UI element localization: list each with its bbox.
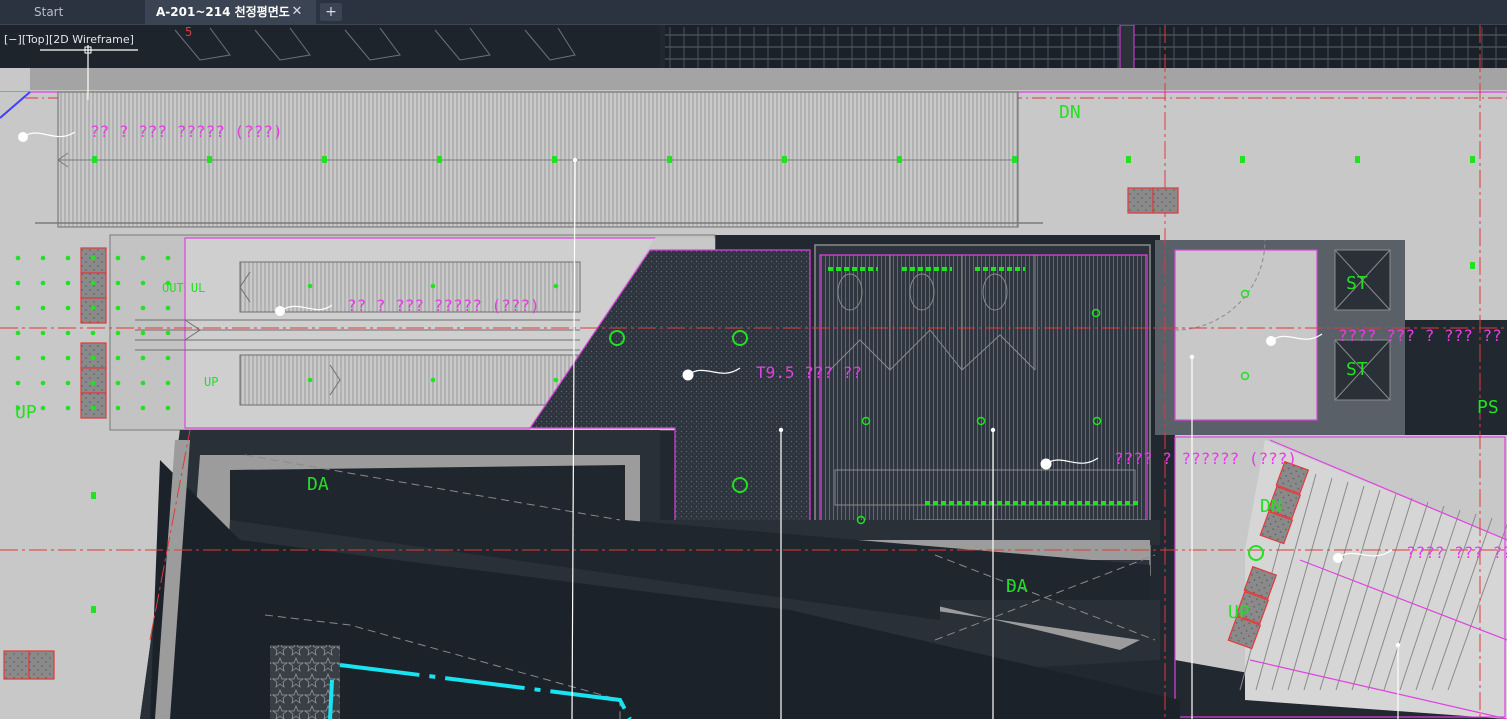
label-num-5: 5 (185, 25, 192, 39)
label-dn-right: DN (1260, 496, 1282, 517)
tab-bar: Start A-201~214 천정평면도 ✕ + (0, 0, 1507, 25)
label-out-ul: OUT UL (162, 281, 205, 295)
label-dn-top: DN (1059, 102, 1081, 123)
new-tab-button[interactable]: + (320, 3, 342, 21)
label-up-left: UP (15, 402, 37, 423)
tab-start[interactable]: Start (0, 0, 146, 24)
label-up-mid: UP (204, 375, 218, 389)
annotation-right-lower: ???? ??? ?? (1406, 543, 1507, 562)
label-st-2: ST (1346, 359, 1368, 380)
label-up-right: UP (1228, 602, 1250, 623)
viewport-menu-toggle[interactable]: [−] (4, 33, 22, 46)
annotation-escalator: ?? ? ??? ????? (???) (347, 296, 540, 315)
label-ps: PS (1477, 397, 1499, 418)
drawing-canvas[interactable]: ?? ? ??? ????? (???) ?? ? ??? ????? (???… (0, 25, 1507, 719)
annotation-right-upper: ???? ??? ? ??? ?? (1338, 326, 1502, 345)
annotation-restroom: ???? ? ?????? (???) (1114, 449, 1297, 468)
close-tab-icon[interactable]: ✕ (289, 0, 305, 24)
annotation-center: T9.5 ??? ?? (756, 363, 862, 382)
label-st-1: ST (1346, 273, 1368, 294)
visual-style-menu[interactable]: [2D Wireframe] (49, 33, 134, 46)
annotation-top-left: ?? ? ??? ????? (???) (90, 122, 283, 141)
viewport-controls: [−][Top][2D Wireframe] (4, 33, 134, 46)
label-da-mid: DA (1006, 576, 1028, 597)
label-da-left: DA (307, 474, 329, 495)
view-cube-mode[interactable]: [Top] (22, 33, 49, 46)
